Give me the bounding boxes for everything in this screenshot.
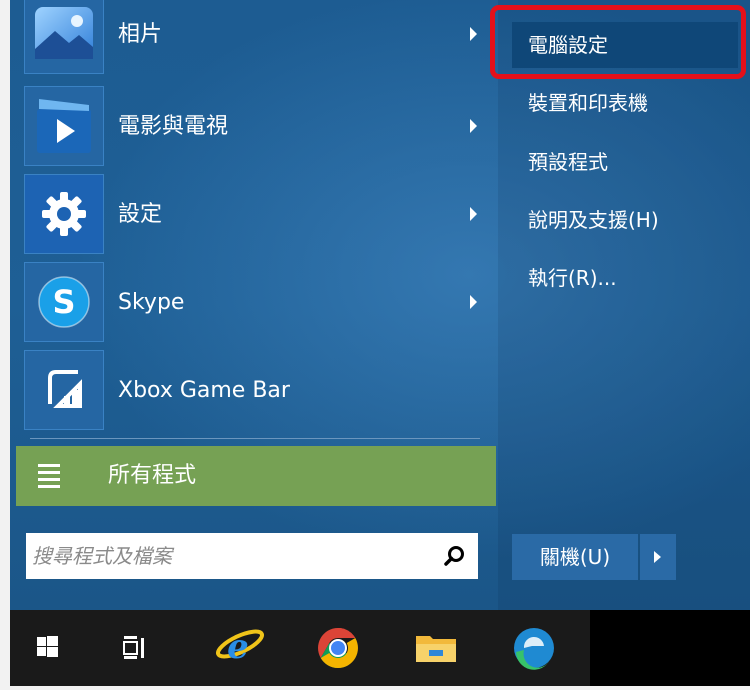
app-item-xbox-game-bar[interactable]: Xbox Game Bar xyxy=(10,348,488,434)
submenu-arrow-icon[interactable] xyxy=(470,207,477,221)
right-menu-default-programs[interactable]: 預設程式 xyxy=(512,139,738,185)
svg-text:S: S xyxy=(52,283,75,321)
right-menu-help-support[interactable]: 說明及支援(H) xyxy=(512,197,738,243)
submenu-arrow-icon[interactable] xyxy=(470,295,477,309)
internet-explorer-button[interactable]: e xyxy=(208,610,272,686)
app-item-skype[interactable]: S Skype xyxy=(10,260,488,346)
photos-icon xyxy=(24,0,104,74)
app-item-movies-tv[interactable]: 電影與電視 xyxy=(10,84,488,170)
app-label: 設定 xyxy=(118,202,163,227)
right-menu-pc-settings[interactable]: 電腦設定 xyxy=(512,22,738,68)
app-label: 相片 xyxy=(118,22,163,47)
app-label: 電影與電視 xyxy=(118,114,229,139)
chevron-right-icon xyxy=(654,551,661,563)
search-box[interactable] xyxy=(26,533,478,579)
taskbar-tray-area xyxy=(590,610,750,686)
right-menu-run[interactable]: 執行(R)... xyxy=(512,255,738,301)
chrome-button[interactable] xyxy=(306,610,370,686)
right-menu-devices-printers[interactable]: 裝置和印表機 xyxy=(512,80,738,126)
edge-icon xyxy=(514,628,554,670)
app-item-settings[interactable]: 設定 xyxy=(10,172,488,258)
shutdown-options-button[interactable] xyxy=(640,534,676,580)
start-button[interactable] xyxy=(14,610,78,686)
submenu-arrow-icon[interactable] xyxy=(470,27,477,41)
file-explorer-button[interactable] xyxy=(404,610,468,686)
all-programs-button[interactable]: 所有程式 xyxy=(16,446,496,506)
svg-text:e: e xyxy=(227,627,249,667)
internet-explorer-icon: e xyxy=(215,627,265,667)
settings-gear-icon xyxy=(24,174,104,254)
app-label: Xbox Game Bar xyxy=(118,378,290,403)
search-icon[interactable] xyxy=(444,545,466,567)
search-input[interactable] xyxy=(32,533,432,579)
edge-button[interactable] xyxy=(502,610,566,686)
task-view-icon xyxy=(123,636,144,659)
list-icon xyxy=(38,464,60,488)
app-item-photos[interactable]: 相片 xyxy=(10,0,488,78)
all-programs-label: 所有程式 xyxy=(108,463,197,488)
xbox-game-bar-icon xyxy=(24,350,104,430)
file-explorer-icon xyxy=(416,636,456,662)
windows-start-icon xyxy=(37,636,58,657)
movies-tv-icon xyxy=(24,86,104,166)
skype-icon: S xyxy=(24,262,104,342)
divider xyxy=(30,438,480,439)
chrome-icon xyxy=(318,628,358,668)
app-label: Skype xyxy=(118,290,185,315)
submenu-arrow-icon[interactable] xyxy=(470,119,477,133)
shutdown-button[interactable]: 關機(U) xyxy=(512,534,638,580)
task-view-button[interactable] xyxy=(112,610,176,686)
